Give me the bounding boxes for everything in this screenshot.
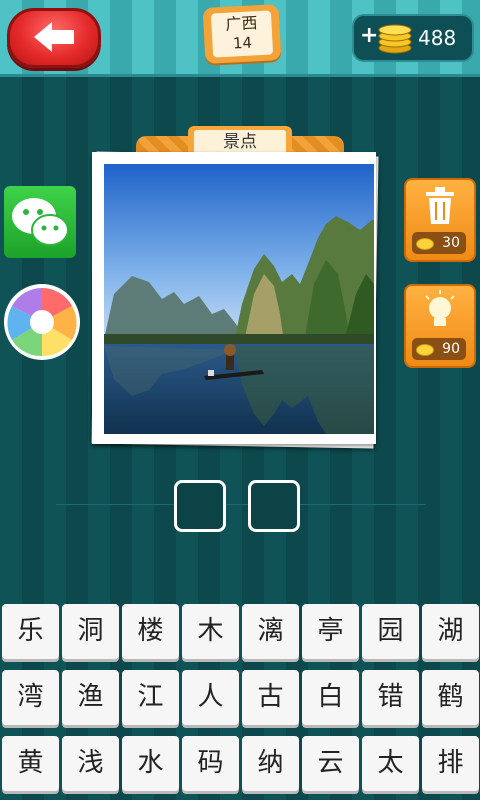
coin-icon <box>416 238 434 250</box>
char-key[interactable]: 楼 <box>122 604 179 659</box>
coin-counter[interactable]: + 488 <box>352 14 474 62</box>
char-key[interactable]: 太 <box>362 736 419 791</box>
level-number: 14 <box>232 33 253 53</box>
char-key[interactable]: 排 <box>422 736 479 791</box>
trash-icon <box>426 187 454 224</box>
coin-count: 488 <box>418 26 457 50</box>
char-key[interactable]: 渔 <box>62 670 119 725</box>
answer-divider <box>56 504 426 505</box>
char-key[interactable]: 纳 <box>242 736 299 791</box>
char-key[interactable]: 亭 <box>302 604 359 659</box>
share-moments-button[interactable] <box>4 284 80 360</box>
coin-icon <box>416 344 434 356</box>
char-key[interactable]: 鹤 <box>422 670 479 725</box>
char-key[interactable]: 人 <box>182 670 239 725</box>
char-key[interactable]: 白 <box>302 670 359 725</box>
remove-cost-badge: 30 <box>412 232 466 254</box>
char-key[interactable]: 黄 <box>2 736 59 791</box>
lightbulb-icon <box>425 290 455 326</box>
answer-slot-1[interactable] <box>174 480 226 532</box>
landscape-photo <box>104 164 374 434</box>
char-key[interactable]: 云 <box>302 736 359 791</box>
level-badge: 广西 14 <box>202 4 282 64</box>
char-key[interactable]: 浅 <box>62 736 119 791</box>
hint-button[interactable]: 90 <box>404 284 476 368</box>
char-key[interactable]: 古 <box>242 670 299 725</box>
char-key[interactable]: 错 <box>362 670 419 725</box>
moments-shutter-icon <box>6 286 78 358</box>
char-key[interactable]: 木 <box>182 604 239 659</box>
remove-cost: 30 <box>442 235 460 251</box>
puzzle-photo <box>104 164 374 434</box>
answer-slot-2[interactable] <box>248 480 300 532</box>
char-key[interactable]: 漓 <box>242 604 299 659</box>
char-key[interactable]: 洞 <box>62 604 119 659</box>
char-key[interactable]: 湾 <box>2 670 59 725</box>
char-key[interactable]: 乐 <box>2 604 59 659</box>
back-button[interactable] <box>7 8 101 68</box>
back-arrow-icon <box>34 22 74 52</box>
coin-stack-icon <box>378 24 412 54</box>
hint-cost-badge: 90 <box>412 338 466 360</box>
remove-letters-button[interactable]: 30 <box>404 178 476 262</box>
char-key[interactable]: 码 <box>182 736 239 791</box>
char-key[interactable]: 湖 <box>422 604 479 659</box>
share-wechat-button[interactable] <box>4 186 76 258</box>
char-key[interactable]: 水 <box>122 736 179 791</box>
wechat-icon <box>12 198 69 246</box>
category-label: 景点 <box>194 130 286 154</box>
char-key[interactable]: 江 <box>122 670 179 725</box>
char-key[interactable]: 园 <box>362 604 419 659</box>
level-badge-inner: 广西 14 <box>210 10 274 58</box>
hint-cost: 90 <box>442 341 460 357</box>
